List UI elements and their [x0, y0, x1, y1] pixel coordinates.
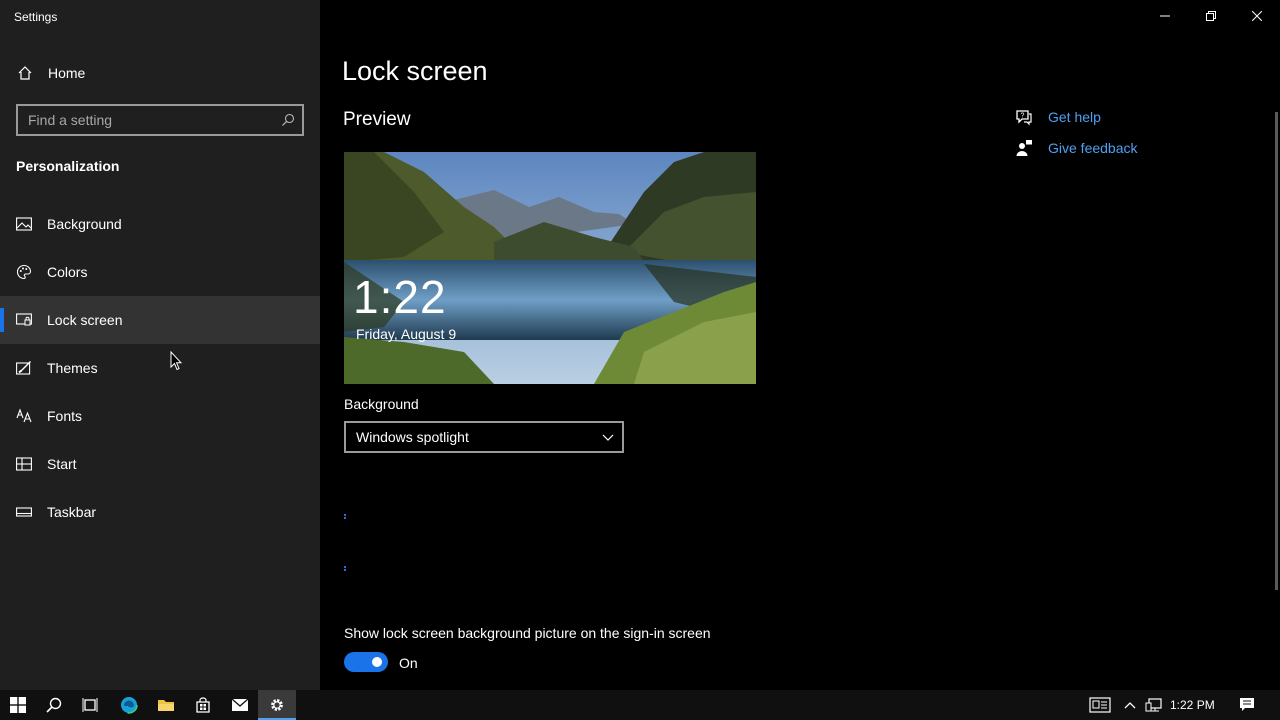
lock-screen-preview [344, 152, 756, 384]
palette-icon [16, 264, 32, 280]
notifications-icon[interactable] [1232, 690, 1262, 720]
scrollbar[interactable] [1275, 112, 1278, 590]
background-dropdown-value: Windows spotlight [356, 429, 469, 445]
window-controls [1142, 0, 1280, 32]
edge-browser-icon[interactable] [110, 690, 147, 720]
lock-screen-icon [16, 312, 32, 328]
sidebar-item-taskbar[interactable]: Taskbar [0, 488, 320, 536]
picture-icon [16, 216, 32, 232]
sidebar-item-fonts[interactable]: Fonts [0, 392, 320, 440]
app-title: Settings [14, 10, 58, 24]
svg-text:?: ? [1021, 112, 1025, 119]
search-input[interactable] [18, 106, 274, 134]
toggle-knob [372, 657, 382, 667]
start-icon [16, 456, 32, 472]
home-nav-item[interactable]: Home [0, 56, 320, 90]
search-box[interactable] [16, 104, 304, 136]
settings-taskbar-button[interactable] [258, 690, 296, 720]
close-button[interactable] [1234, 0, 1280, 32]
loading-dots [344, 514, 346, 516]
get-help-link[interactable]: ? Get help [1014, 101, 1138, 132]
help-panel: ? Get help Give feedback [1014, 101, 1138, 163]
page-title: Lock screen [342, 56, 488, 86]
sidebar-item-background[interactable]: Background [0, 200, 320, 248]
give-feedback-label: Give feedback [1048, 139, 1138, 156]
sidebar-item-label: Start [47, 456, 77, 472]
sidebar-item-start[interactable]: Start [0, 440, 320, 488]
section-title: Personalization [16, 158, 120, 174]
minimize-button[interactable] [1142, 0, 1188, 32]
search-icon[interactable] [274, 106, 302, 134]
get-help-label: Get help [1048, 108, 1101, 125]
sidebar-item-label: Background [47, 216, 122, 232]
show-signin-label: Show lock screen background picture on t… [344, 625, 711, 641]
taskbar-clock[interactable]: 1:22 PM [1170, 690, 1215, 720]
preview-heading: Preview [343, 109, 411, 130]
search-taskbar-button[interactable] [36, 690, 72, 720]
chevron-down-icon [602, 429, 614, 445]
sidebar-item-label: Colors [47, 264, 88, 280]
store-icon[interactable] [184, 690, 221, 720]
news-icon[interactable] [1084, 690, 1116, 720]
help-chat-icon: ? [1014, 107, 1034, 127]
chevron-up-icon[interactable] [1120, 690, 1140, 720]
sidebar-item-label: Themes [47, 360, 98, 376]
sidebar-item-lock-screen[interactable]: Lock screen [0, 296, 320, 344]
mail-icon[interactable] [221, 690, 258, 720]
mouse-cursor-icon [170, 350, 183, 376]
preview-time: 1:22 [353, 271, 447, 323]
restore-button[interactable] [1188, 0, 1234, 32]
preview-date: Friday, August 9 [356, 326, 457, 342]
taskbar: 1:22 PM [0, 690, 1280, 720]
themes-icon [16, 360, 32, 376]
network-icon[interactable] [1142, 690, 1166, 720]
sidebar: Settings Home Personalization Background… [0, 0, 320, 690]
loading-dots [344, 566, 346, 568]
give-feedback-link[interactable]: Give feedback [1014, 132, 1138, 163]
feedback-icon [1014, 138, 1034, 158]
sidebar-item-label: Lock screen [47, 312, 123, 328]
start-button[interactable] [0, 690, 36, 720]
background-label: Background [344, 396, 419, 412]
file-explorer-icon[interactable] [147, 690, 184, 720]
home-icon [17, 65, 33, 81]
toggle-state-label: On [399, 655, 418, 671]
sidebar-item-label: Taskbar [47, 504, 97, 520]
task-view-button[interactable] [72, 690, 108, 720]
signin-background-toggle[interactable] [344, 652, 388, 672]
nav-list: Background Colors Lock screen Themes Fon… [0, 200, 320, 536]
home-label: Home [48, 65, 86, 81]
background-dropdown[interactable]: Windows spotlight [344, 421, 624, 453]
sidebar-item-colors[interactable]: Colors [0, 248, 320, 296]
taskbar-icon [16, 504, 32, 520]
fonts-icon [16, 408, 32, 424]
sidebar-item-label: Fonts [47, 408, 83, 424]
sidebar-item-themes[interactable]: Themes [0, 344, 320, 392]
